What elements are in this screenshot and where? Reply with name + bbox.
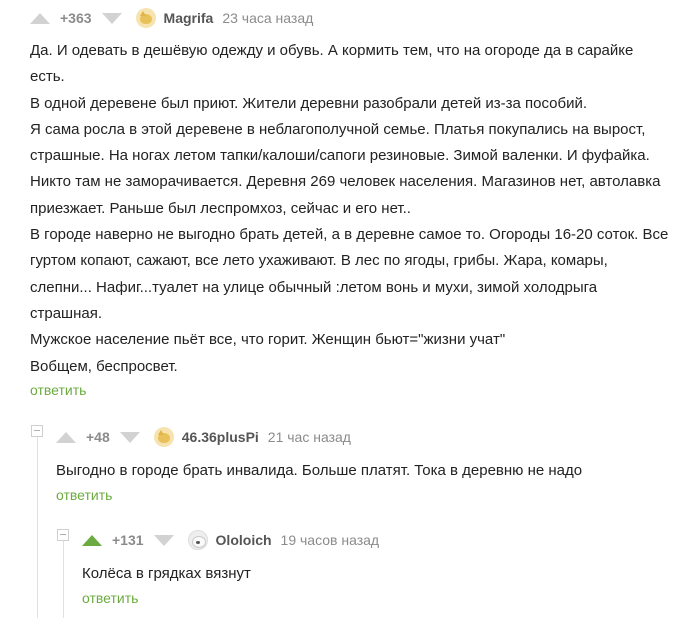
comment-line: приезжает. Раньше был леспромхоз, сейчас…	[30, 199, 411, 217]
reply-link[interactable]: ответить	[30, 382, 86, 398]
comment-line: слепни... Нафиг...туалет на улице обычны…	[30, 278, 598, 296]
comment-line: В городе наверно не выгодно брать детей,…	[30, 226, 669, 244]
reply-link[interactable]: ответить	[82, 590, 138, 606]
comment-line: Выгодно в городе брать инвалида. Больше …	[56, 462, 583, 479]
comment-46-36pluspi: +48 46.36plusPi 21 час назад Выгодно в г…	[56, 425, 695, 505]
upvote-arrow-icon[interactable]	[56, 431, 76, 443]
downvote-arrow-icon[interactable]	[119, 431, 140, 443]
comment-author[interactable]: Ololoich	[216, 532, 272, 548]
comment-line: Никто там не заморачивается. Деревня 269…	[30, 173, 661, 191]
comment-line: Колёса в грядках вязнут	[82, 565, 251, 582]
comment-line: Мужское население пьёт все, что горит. Ж…	[30, 331, 506, 349]
downvote-arrow-icon[interactable]	[101, 12, 122, 24]
comment-line: В одной деревене был приют. Жители дерев…	[30, 94, 588, 112]
comment-header: +48 46.36plusPi 21 час назад	[56, 425, 695, 449]
comment-time[interactable]: 19 часов назад	[281, 532, 380, 548]
comment-line: гуртом копают, сажают, все лето ухаживаю…	[30, 252, 608, 270]
comment-header: +131 Ololoich 19 часов назад	[82, 528, 695, 552]
collapse-thread-2-button[interactable]	[57, 529, 69, 541]
comment-rating: +131	[112, 532, 144, 548]
comment-line: страшные. На ногах летом тапки/калоши/са…	[30, 147, 650, 165]
thread-line-1[interactable]	[37, 432, 38, 618]
reply-link[interactable]: ответить	[56, 487, 112, 503]
upvote-arrow-icon[interactable]	[82, 534, 102, 546]
dog-avatar-icon[interactable]	[187, 530, 208, 550]
collapse-thread-1-button[interactable]	[31, 425, 43, 437]
upvote-arrow-icon[interactable]	[30, 12, 50, 24]
comment-line: Да. И одевать в дешёвую одежду и обувь. …	[30, 42, 634, 59]
comment-author[interactable]: Magrifa	[164, 10, 214, 26]
comment-time[interactable]: 23 часа назад	[222, 10, 313, 26]
comment-body: Выгодно в городе брать инвалида. Больше …	[56, 458, 695, 484]
comment-rating: +48	[86, 429, 110, 445]
comment-body: Да. И одевать в дешёвую одежду и обувь. …	[30, 38, 695, 380]
comment-line: страшная.	[30, 304, 103, 322]
comment-line: есть.	[30, 68, 65, 86]
comment-time[interactable]: 21 час назад	[268, 429, 351, 445]
comment-header: +363 Magrifa 23 часа назад	[30, 6, 695, 30]
comment-line: Вобщем, беспросвет.	[30, 357, 178, 375]
comment-ololoich: +131 Ololoich 19 часов назад Колёса в гр…	[82, 528, 695, 608]
comment-body: Колёса в грядках вязнут	[82, 561, 695, 587]
cat-avatar-icon[interactable]	[135, 8, 156, 28]
cat-avatar-icon[interactable]	[153, 427, 174, 447]
comment-rating: +363	[60, 10, 92, 26]
comment-author[interactable]: 46.36plusPi	[182, 429, 259, 445]
comment-line: Я сама росла в этой деревене в неблагопо…	[30, 120, 646, 138]
comment-magrifa: +363 Magrifa 23 часа назад Да. И одевать…	[30, 6, 695, 400]
thread-line-2[interactable]	[63, 536, 64, 618]
downvote-arrow-icon[interactable]	[153, 534, 174, 546]
